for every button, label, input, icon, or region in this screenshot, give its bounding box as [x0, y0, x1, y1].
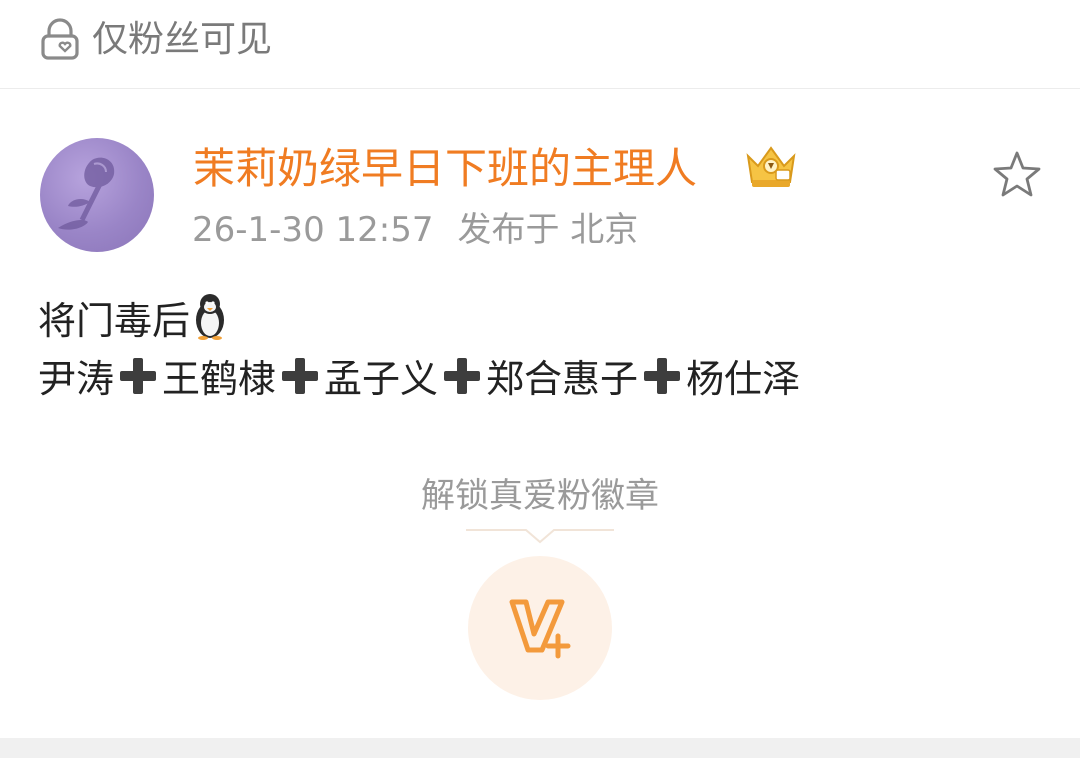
cast-name-3: 孟子义: [324, 357, 439, 401]
penguin-emoji: [190, 292, 230, 340]
cast-name-2: 王鹤棣: [162, 357, 277, 401]
unlock-badge-button[interactable]: [468, 556, 612, 700]
cast-name-4: 郑合惠子: [486, 357, 639, 401]
post-time: 26-1-30 12:57: [192, 210, 434, 250]
post-title-text: 将门毒后: [38, 299, 191, 343]
plus-emoji: [278, 354, 322, 398]
post-meta: 26-1-30 12:57 发布于 北京: [192, 208, 638, 252]
rose-avatar: [58, 157, 115, 230]
author-name[interactable]: 茉莉奶绿早日下班的主理人: [193, 144, 697, 194]
cast-name-1: 尹涛: [38, 357, 115, 401]
visibility-bar: 仅粉丝可见: [0, 0, 1080, 89]
cast-name-5: 杨仕泽: [686, 357, 801, 401]
unlock-badge-label: 解锁真爱粉徽章: [421, 476, 659, 516]
visibility-label: 仅粉丝可见: [92, 19, 273, 60]
star-icon[interactable]: [990, 148, 1044, 202]
plus-emoji: [440, 354, 484, 398]
post-location: 发布于 北京: [457, 210, 639, 250]
avatar[interactable]: [40, 138, 154, 252]
plus-emoji: [640, 354, 684, 398]
crown-badge-icon[interactable]: [742, 142, 800, 190]
lock-heart-icon: [38, 18, 82, 62]
post-content-line-2: 尹涛 王鹤棣 孟子义 郑合惠子 杨仕泽: [38, 354, 800, 403]
bottom-divider: [0, 738, 1080, 758]
plus-emoji: [116, 354, 160, 398]
post-content-line-1: 将门毒后: [38, 292, 230, 345]
v-plus-icon: [509, 599, 571, 659]
tooltip-pointer: [466, 528, 614, 548]
